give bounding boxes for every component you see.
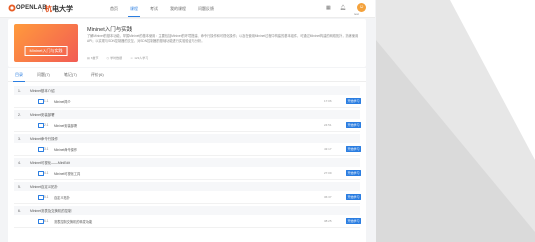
clock-icon: ◷ (106, 56, 110, 60)
cover-label: Mininet入门与实践 (24, 46, 68, 56)
content-tabs: 目录 问题(7) 笔记(7) 评价(6) (8, 68, 366, 82)
section-title[interactable]: 流表控制交换机的转发功能 (54, 219, 92, 224)
section-title[interactable]: 自定义拓扑 (54, 195, 70, 200)
university-name: 杭电大学 (45, 6, 73, 13)
course-info-card: Mininet入门与实践 Mininet入门与实践 了解Mininet的基本功能… (8, 19, 366, 67)
meta-chapters: ▤6章节 (87, 56, 99, 60)
tab-reviews[interactable]: 评价(6) (84, 68, 111, 81)
chapter-row[interactable]: 1. Mininet基本介绍 (14, 86, 360, 95)
section-row[interactable]: 2.1 Mininet安装部署 24:51 开始学习 (14, 119, 361, 132)
logo-divider (42, 5, 43, 12)
section-duration: 27:09 (324, 171, 332, 175)
section-duration: 24:51 (324, 123, 332, 127)
section-title[interactable]: Mininet可视化工具 (54, 171, 80, 176)
user-name[interactable]: test (354, 12, 359, 16)
course-meta: ▤6章节 ◷学时数据 ☺123人学习 (87, 56, 148, 60)
start-learning-button[interactable]: 开始学习 (346, 170, 361, 176)
course-title: Mininet入门与实践 (87, 27, 133, 33)
start-learning-button[interactable]: 开始学习 (346, 194, 361, 200)
meta-hours: ◷学时数据 (106, 56, 123, 60)
section-duration: 43:17 (324, 147, 332, 151)
section-row[interactable]: 4.1 Mininet可视化工具 27:09 开始学习 (14, 167, 361, 180)
nav-courses[interactable]: 课程 (124, 0, 144, 17)
section-title[interactable]: Mininet安装部署 (54, 123, 77, 128)
section-row[interactable]: 6.1 流表控制交换机的转发功能 38:25 开始学习 (14, 215, 361, 228)
course-cover: Mininet入门与实践 (14, 24, 78, 62)
nav-my-courses[interactable]: 我的课程 (164, 0, 192, 17)
course-description: 了解Mininet的基本功能，掌握Mininet的基本使用：主要包括Minine… (87, 34, 359, 43)
chapter-row[interactable]: 3. Mininet命令行操作 (14, 134, 360, 143)
bell-icon[interactable]: 🔔︎ (340, 5, 346, 11)
nav-home[interactable]: 首页 (104, 0, 124, 17)
top-navigation-bar: OPENLAB 杭电大学 首页 课程 考试 我的课程 问题反馈 ▦ 🔔︎ ☺ t… (0, 0, 375, 18)
chapter-row[interactable]: 2. Mininet安装部署 (14, 110, 360, 119)
tab-notes[interactable]: 笔记(7) (57, 68, 84, 81)
course-content-panel: 目录 问题(7) 笔记(7) 评价(6) 1. Mininet基本介绍 1.1 M… (8, 68, 366, 242)
section-row[interactable]: 3.1 Mininet命令操作 43:17 开始学习 (14, 143, 361, 156)
section-row[interactable]: 5.1 自定义拓扑 36:37 开始学习 (14, 191, 361, 204)
start-learning-button[interactable]: 开始学习 (346, 98, 361, 104)
start-learning-button[interactable]: 开始学习 (346, 218, 361, 224)
start-learning-button[interactable]: 开始学习 (346, 122, 361, 128)
meta-learners: ☺123人学习 (130, 56, 149, 60)
chapter-row[interactable]: 5. Mininet自定义拓扑 (14, 182, 360, 191)
user-avatar[interactable]: ☺ (357, 3, 366, 12)
start-learning-button[interactable]: 开始学习 (346, 146, 361, 152)
openlab-logo-icon (8, 4, 16, 12)
section-title[interactable]: Mininet命令操作 (54, 147, 77, 152)
nav-exams[interactable]: 考试 (144, 0, 164, 17)
main-nav: 首页 课程 考试 我的课程 问题反馈 (104, 0, 220, 17)
chapter-icon: ▤ (87, 56, 90, 60)
section-row[interactable]: 1.1 Mininet简介 17:06 开始学习 (14, 95, 361, 108)
chapter-row[interactable]: 6. Mininet流表及交换机的控制 (14, 206, 360, 215)
grid-icon[interactable]: ▦ (326, 5, 331, 11)
section-title[interactable]: Mininet简介 (54, 99, 71, 104)
section-duration: 36:37 (324, 195, 332, 199)
chapter-list: 1. Mininet基本介绍 1.1 Mininet简介 17:06 开始学习 2… (14, 84, 361, 228)
chapter-row[interactable]: 4. Mininet可视化——MiniEdit (14, 158, 360, 167)
user-count-icon: ☺ (130, 56, 134, 60)
tab-questions[interactable]: 问题(7) (30, 68, 57, 81)
tab-catalog[interactable]: 目录 (8, 68, 30, 82)
section-duration: 38:25 (324, 219, 332, 223)
nav-feedback[interactable]: 问题反馈 (192, 0, 220, 17)
section-duration: 17:06 (324, 99, 332, 103)
